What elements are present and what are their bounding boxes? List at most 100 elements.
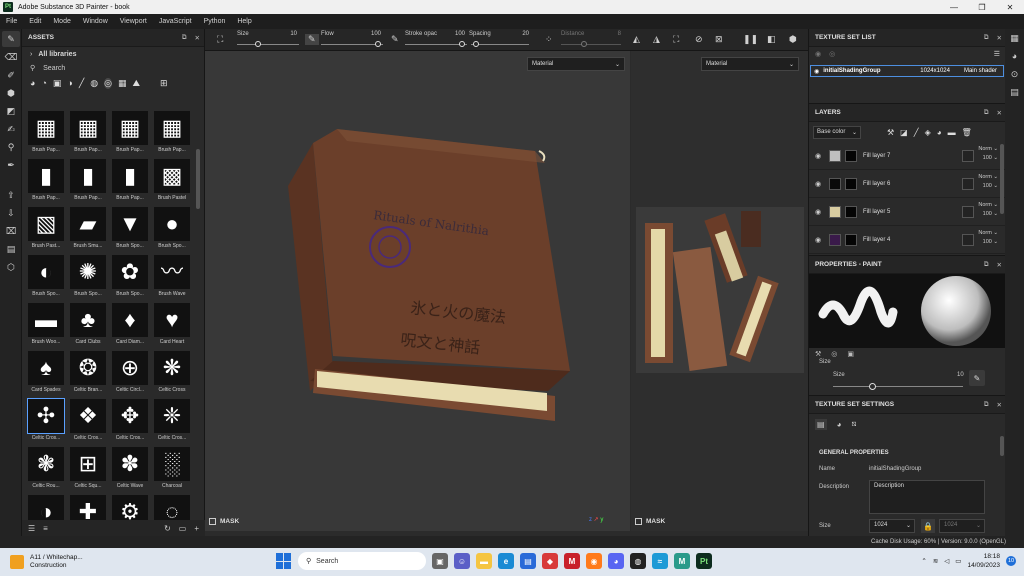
- viewport-3d-mask[interactable]: MASK: [209, 518, 239, 525]
- asset-thumbnail[interactable]: ▮ Brush Pap...: [26, 159, 66, 206]
- add-folder-icon[interactable]: ▬: [948, 128, 956, 137]
- channel-select[interactable]: Base color ⌄: [813, 125, 861, 139]
- close-icon[interactable]: ✕: [997, 109, 1002, 117]
- link-icon[interactable]: ◎: [829, 50, 835, 58]
- size-slider-track[interactable]: [237, 44, 299, 45]
- texture-filter-icon[interactable]: ▣: [53, 78, 62, 89]
- eye-icon[interactable]: ◉: [811, 236, 825, 244]
- grid-view-icon[interactable]: ⊞: [160, 78, 168, 89]
- smudge-tool-icon[interactable]: ✍: [2, 121, 20, 137]
- asset-thumbnail[interactable]: ▦ Brush Pap...: [26, 111, 66, 158]
- asset-thumbnail[interactable]: ♣ Card Clubs: [68, 303, 108, 350]
- menu-javascript[interactable]: JavaScript: [153, 18, 198, 25]
- layer-blend-mode[interactable]: Norm: [978, 146, 991, 152]
- smart-material-filter-icon[interactable]: ◔: [41, 78, 46, 88]
- bake-icon[interactable]: ⇪: [2, 187, 20, 203]
- alpha-tab-icon[interactable]: ▣: [847, 350, 854, 358]
- menu-mode[interactable]: Mode: [47, 18, 77, 25]
- trash-icon[interactable]: ⌧: [2, 223, 20, 239]
- weather-widget[interactable]: A11 / Whitechap... Construction: [10, 554, 83, 570]
- uv-tab-icon[interactable]: ⧅: [851, 419, 856, 429]
- distance-slider-track[interactable]: [561, 44, 621, 45]
- layer-checkbox[interactable]: [962, 234, 974, 246]
- microsoft-store-icon[interactable]: ▤: [520, 553, 536, 569]
- asset-thumbnail[interactable]: ▮ Brush Pap...: [68, 159, 108, 206]
- eye-icon[interactable]: ◉: [811, 208, 825, 216]
- popout-icon[interactable]: ⧉: [984, 401, 989, 409]
- settings-tab-icon[interactable]: ▤: [815, 418, 827, 430]
- particle-filter-icon[interactable]: ◍: [90, 78, 98, 89]
- split-view-icon[interactable]: ◧: [767, 34, 776, 45]
- delete-layer-icon[interactable]: 🗑: [962, 128, 972, 137]
- flow-slider-knob[interactable]: [375, 41, 381, 47]
- popout-icon[interactable]: ⧉: [984, 34, 989, 42]
- visibility-icon[interactable]: ◉: [815, 50, 821, 58]
- add-fill-layer-icon[interactable]: ◈: [925, 128, 931, 137]
- bake-mode-icon[interactable]: ⊠: [715, 34, 723, 45]
- asset-thumbnail[interactable]: ❋ Celtic Cross: [152, 351, 192, 398]
- layer-blend-info[interactable]: Norm ⌄ 100 ⌄: [978, 173, 998, 191]
- asset-thumbnail[interactable]: ░ Charcoal: [152, 447, 192, 494]
- shader-icon[interactable]: ◕: [1005, 47, 1024, 65]
- layer-row[interactable]: ◉ Fill layer 4 Norm ⌄ 100 ⌄: [809, 226, 1006, 254]
- name-value[interactable]: initialShadingGroup: [869, 466, 921, 472]
- file-explorer-icon[interactable]: ▬: [476, 553, 492, 569]
- display-icon[interactable]: ⊘: [695, 34, 703, 45]
- display-settings-icon[interactable]: ⊙: [1005, 65, 1024, 83]
- brush-tab-icon[interactable]: ⚒: [815, 350, 821, 358]
- layer-blend-info[interactable]: Norm ⌄ 100 ⌄: [978, 229, 998, 247]
- chevron-up-icon[interactable]: ⌃: [921, 557, 926, 565]
- asset-thumbnail[interactable]: ❂ Celtic Bran...: [68, 351, 108, 398]
- add-effect-icon[interactable]: ⚒: [887, 128, 894, 137]
- stroke-opacity-slider-knob[interactable]: [459, 41, 465, 47]
- menu-window[interactable]: Window: [77, 18, 114, 25]
- popout-icon[interactable]: ⧉: [984, 109, 989, 117]
- layer-mask-thumbnail[interactable]: [845, 233, 857, 246]
- taskbar-search-input[interactable]: Search: [316, 558, 338, 565]
- assets-search[interactable]: ⚲ Search: [22, 61, 204, 75]
- brush-filter-icon[interactable]: ╱: [79, 78, 84, 89]
- assets-scrollbar[interactable]: [196, 149, 200, 209]
- close-icon[interactable]: ✕: [997, 34, 1002, 42]
- layer-blend-mode[interactable]: Norm: [978, 202, 991, 208]
- asset-thumbnail[interactable]: ♥ Card Heart: [152, 303, 192, 350]
- document-icon[interactable]: ▤: [2, 241, 20, 257]
- add-paint-layer-icon[interactable]: ╱: [914, 128, 919, 137]
- asset-thumbnail[interactable]: ❃ Celtic Rou...: [26, 447, 66, 494]
- viewport-3d[interactable]: Material ⌄ Rituals of Nalrithia 氷と火の魔法 呪…: [205, 51, 630, 531]
- menu-viewport[interactable]: Viewport: [114, 18, 153, 25]
- asset-thumbnail[interactable]: ▬ Brush Woo...: [26, 303, 66, 350]
- minimize-button[interactable]: —: [940, 0, 968, 14]
- color-picker-tool-icon[interactable]: ✒: [2, 157, 20, 173]
- asset-thumbnail[interactable]: ♠ Card Spades: [26, 351, 66, 398]
- flow-pressure-icon[interactable]: ✎: [391, 34, 399, 45]
- wifi-icon[interactable]: ≋: [933, 557, 938, 565]
- layer-row[interactable]: ◉ Fill layer 5 Norm ⌄ 100 ⌄: [809, 198, 1006, 226]
- description-field[interactable]: Description: [869, 480, 985, 514]
- size-select[interactable]: 1024 ⌄: [869, 519, 915, 533]
- layer-row[interactable]: ◉ Fill layer 7 Norm ⌄ 100 ⌄: [809, 142, 1006, 170]
- history-icon[interactable]: ▤: [1005, 83, 1024, 101]
- steam-like-icon[interactable]: ≈: [652, 553, 668, 569]
- speaker-icon[interactable]: ◁: [944, 557, 949, 565]
- lock-icon[interactable]: 🔒: [921, 519, 935, 533]
- mask-checkbox[interactable]: [209, 518, 216, 525]
- asset-thumbnail[interactable]: ▼ Brush Spo...: [110, 207, 150, 254]
- asset-thumbnail[interactable]: ⊕ Celtic Circl...: [110, 351, 150, 398]
- viewport-2d-mask[interactable]: MASK: [635, 518, 665, 525]
- asset-thumbnail[interactable]: ✥ Celtic Cros...: [110, 399, 150, 446]
- flow-slider-track[interactable]: [321, 44, 383, 45]
- asset-thumbnail[interactable]: ✿ Brush Spo...: [110, 255, 150, 302]
- list-menu-icon[interactable]: ☰: [994, 50, 1000, 58]
- asset-thumbnail[interactable]: ▦ Brush Pap...: [68, 111, 108, 158]
- asset-thumbnail[interactable]: ▮ Brush Pap...: [110, 159, 150, 206]
- eye-icon[interactable]: ◉: [811, 180, 825, 188]
- environment-icon[interactable]: ⛶: [673, 34, 679, 45]
- teams-chat-icon[interactable]: ☺: [454, 553, 470, 569]
- sort-icon[interactable]: ≡: [43, 524, 48, 533]
- lazy-mouse-icon[interactable]: ⁘: [545, 34, 553, 45]
- layer-opacity[interactable]: 100: [983, 183, 992, 189]
- view-mode-icon[interactable]: ◭: [633, 34, 640, 45]
- pause-icon[interactable]: ❚❚: [743, 34, 758, 45]
- spacing-slider-knob[interactable]: [473, 41, 479, 47]
